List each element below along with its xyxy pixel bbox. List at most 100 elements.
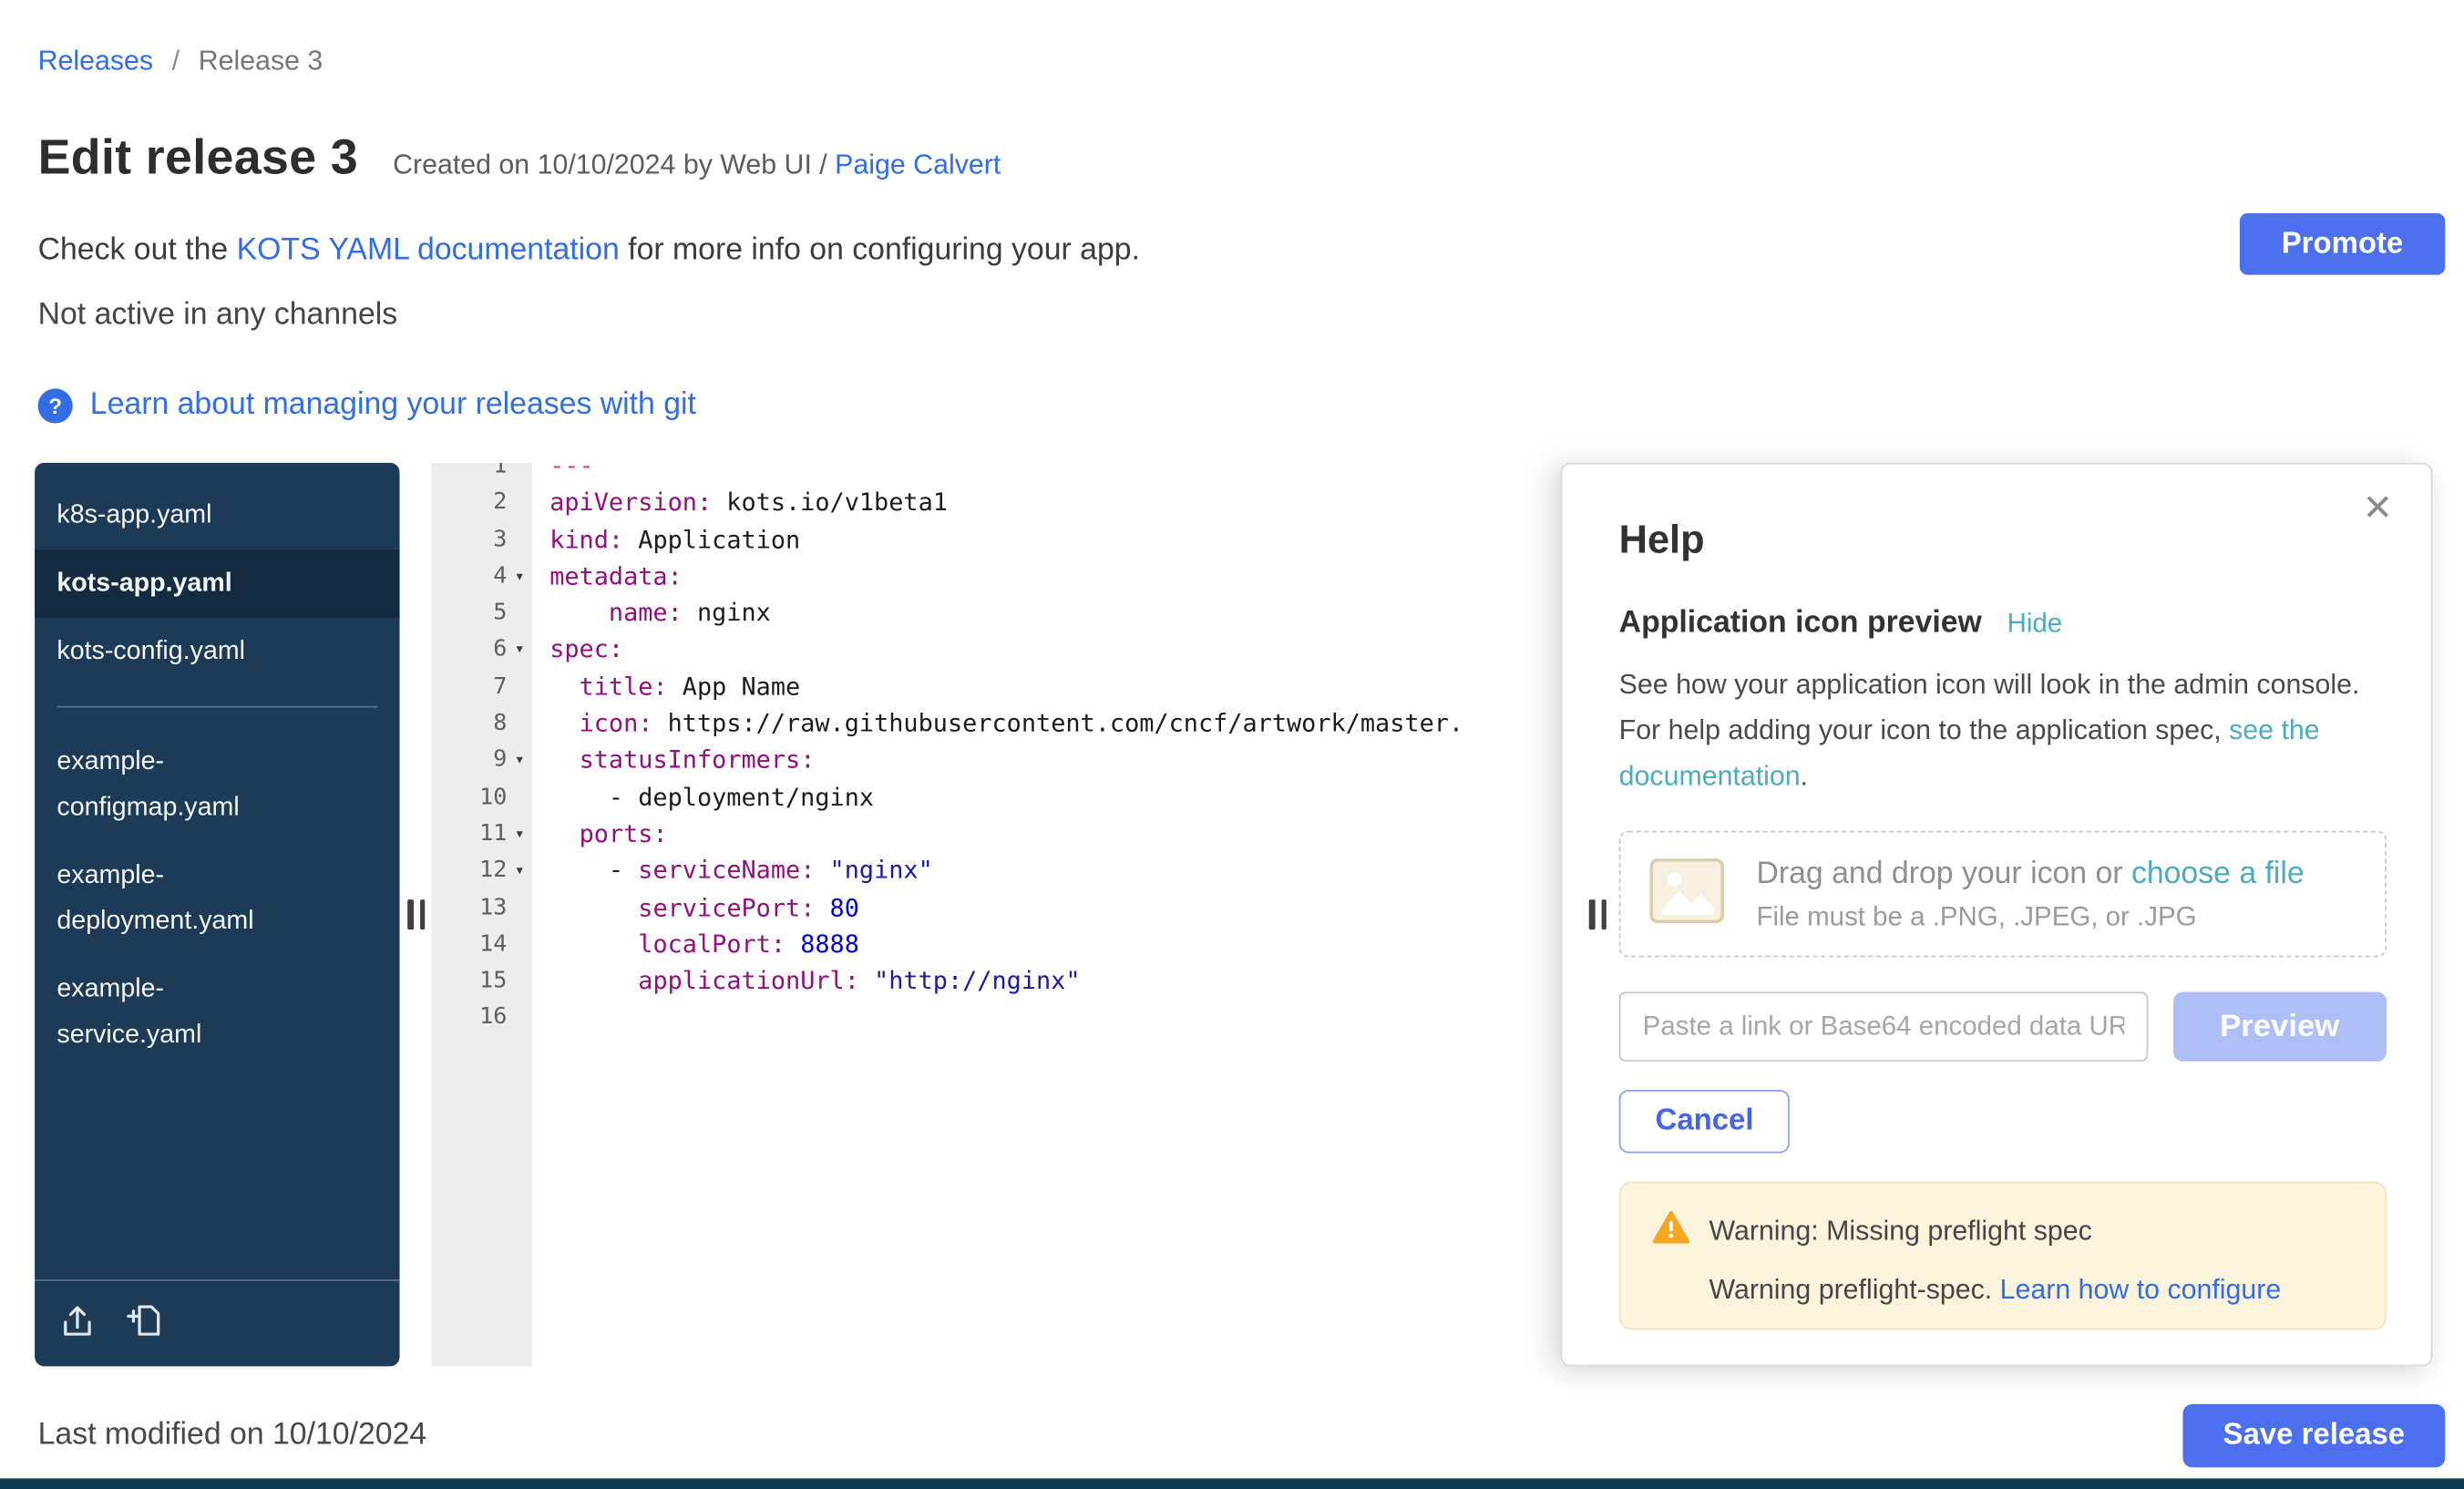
- preview-button[interactable]: Preview: [2172, 992, 2387, 1062]
- edit-release-page: Releases / Release 3 Edit release 3 Crea…: [0, 0, 2464, 1489]
- preflight-warning-box: Warning: Missing preflight spec Warning …: [1619, 1182, 2387, 1330]
- code-line[interactable]: spec:: [549, 632, 1560, 669]
- git-releases-link[interactable]: Learn about managing your releases with …: [90, 387, 696, 424]
- created-text: Created on 10/10/2024 by Web UI /: [393, 149, 835, 180]
- gutter-line: 8: [431, 706, 532, 743]
- fold-caret-icon: ▾: [507, 559, 532, 595]
- doc-line: Check out the KOTS YAML documentation fo…: [38, 232, 1140, 269]
- breadcrumb: Releases / Release 3: [38, 45, 323, 77]
- doc-prefix: Check out the: [38, 232, 237, 267]
- kots-yaml-doc-link[interactable]: KOTS YAML documentation: [237, 232, 620, 267]
- icon-preview-description: See how your application icon will look …: [1619, 662, 2362, 799]
- code-line[interactable]: statusInformers:: [549, 743, 1560, 779]
- code-line[interactable]: - deployment/nginx: [549, 780, 1560, 816]
- doc-suffix: for more info on configuring your app.: [620, 232, 1140, 267]
- gutter-line: 7: [431, 670, 532, 706]
- dropzone-prefix: Drag and drop your icon or: [1756, 856, 2130, 890]
- upload-file-icon[interactable]: [56, 1300, 98, 1341]
- code-line[interactable]: localPort: 8888: [549, 927, 1560, 963]
- file-item-example-service-yaml[interactable]: example-service.yaml: [35, 956, 399, 1070]
- file-item-example-configmap-yaml[interactable]: example-configmap.yaml: [35, 728, 399, 842]
- editor-code-column[interactable]: ---apiVersion: kots.io/v1beta1kind: Appl…: [532, 463, 1560, 1366]
- icon-url-row: Preview: [1619, 992, 2387, 1062]
- created-info: Created on 10/10/2024 by Web UI / Paige …: [393, 149, 1001, 181]
- code-line[interactable]: [549, 1001, 1560, 1037]
- warning-title-row: Warning: Missing preflight spec: [1652, 1210, 2354, 1253]
- file-item-kots-config-yaml[interactable]: kots-config.yaml: [35, 618, 399, 686]
- file-sidebar: k8s-app.yamlkots-app.yamlkots-config.yam…: [35, 463, 399, 1366]
- gutter-line[interactable]: 6▾: [431, 632, 532, 669]
- hide-link[interactable]: Hide: [2007, 608, 2063, 640]
- fold-caret-icon: ▾: [507, 816, 532, 853]
- breadcrumb-releases-link[interactable]: Releases: [38, 45, 153, 77]
- gutter-line[interactable]: 4▾: [431, 559, 532, 595]
- code-line[interactable]: icon: https://raw.githubusercontent.com/…: [549, 706, 1560, 743]
- bottom-bar: [0, 1478, 2464, 1489]
- gutter-line: 13: [431, 890, 532, 927]
- gutter-line: 10: [431, 780, 532, 816]
- icon-url-input[interactable]: [1619, 992, 2148, 1062]
- editor-code: ---apiVersion: kots.io/v1beta1kind: Appl…: [532, 463, 1560, 1037]
- gutter-line: 5: [431, 596, 532, 632]
- fold-caret-icon: ▾: [507, 743, 532, 779]
- sidebar-resize-handle[interactable]: [407, 899, 425, 929]
- channel-status: Not active in any channels: [38, 297, 398, 334]
- dropzone-text: Drag and drop your icon or choose a file: [1756, 856, 2304, 892]
- gutter-line: 16: [431, 1001, 532, 1037]
- save-release-button[interactable]: Save release: [2182, 1404, 2445, 1467]
- git-help-row: ? Learn about managing your releases wit…: [38, 387, 696, 424]
- desc-suffix: .: [1801, 760, 1808, 792]
- editor-gutter-column: 1234▾56▾789▾1011▾12▾13141516: [431, 463, 532, 1366]
- configure-preflight-link[interactable]: Learn how to configure: [2000, 1273, 2282, 1305]
- fold-caret-icon: ▾: [507, 853, 532, 889]
- fold-caret-icon: ▾: [507, 632, 532, 669]
- close-icon[interactable]: ✕: [2363, 489, 2393, 526]
- file-groups: k8s-app.yamlkots-app.yamlkots-config.yam…: [35, 482, 399, 1070]
- code-line[interactable]: - serviceName: "nginx": [549, 853, 1560, 889]
- help-panel-resize-handle[interactable]: [1589, 899, 1607, 929]
- release-editor-workspace: k8s-app.yamlkots-app.yamlkots-config.yam…: [0, 463, 2464, 1366]
- add-file-icon[interactable]: [123, 1300, 164, 1341]
- gutter-line: 3: [431, 522, 532, 559]
- yaml-editor[interactable]: 1234▾56▾789▾1011▾12▾13141516 ---apiVersi…: [431, 463, 1560, 1366]
- last-modified-text: Last modified on 10/10/2024: [38, 1417, 427, 1453]
- code-line[interactable]: apiVersion: kots.io/v1beta1: [549, 486, 1560, 522]
- gutter-line: 15: [431, 964, 532, 1001]
- gutter-line[interactable]: 12▾: [431, 853, 532, 889]
- code-line[interactable]: metadata:: [549, 559, 1560, 595]
- cancel-button[interactable]: Cancel: [1619, 1090, 1791, 1153]
- image-placeholder-icon: [1649, 857, 1725, 930]
- code-line[interactable]: name: nginx: [549, 596, 1560, 632]
- icon-preview-header: Application icon preview Hide: [1619, 605, 2387, 642]
- breadcrumb-current: Release 3: [199, 45, 323, 77]
- gutter-line[interactable]: 9▾: [431, 743, 532, 779]
- breadcrumb-separator: /: [172, 45, 180, 77]
- gutter-line: 2: [431, 486, 532, 522]
- warning-icon: [1652, 1210, 1690, 1253]
- warning-title: Warning: Missing preflight spec: [1709, 1215, 2091, 1248]
- code-line[interactable]: ports:: [549, 816, 1560, 853]
- question-icon: ?: [38, 388, 73, 423]
- help-title: Help: [1619, 519, 2387, 564]
- promote-button[interactable]: Promote: [2240, 213, 2445, 275]
- app-root: Releases / Release 3 Edit release 3 Crea…: [0, 0, 2464, 1489]
- code-line[interactable]: applicationUrl: "http://nginx": [549, 964, 1560, 1001]
- file-item-k8s-app-yaml[interactable]: k8s-app.yaml: [35, 482, 399, 550]
- code-line[interactable]: ---: [549, 463, 1560, 486]
- page-title: Edit release 3: [38, 129, 358, 186]
- warning-body-text: Warning preflight-spec.: [1709, 1273, 1999, 1305]
- code-line[interactable]: title: App Name: [549, 670, 1560, 706]
- code-line[interactable]: kind: Application: [549, 522, 1560, 559]
- help-panel: ✕ Help Application icon preview Hide See…: [1561, 463, 2433, 1366]
- icon-dropzone[interactable]: Drag and drop your icon or choose a file…: [1619, 831, 2387, 958]
- file-item-example-deployment-yaml[interactable]: example-deployment.yaml: [35, 842, 399, 956]
- code-line[interactable]: servicePort: 80: [549, 890, 1560, 927]
- file-item-kots-app-yaml[interactable]: kots-app.yaml: [35, 549, 399, 618]
- dropzone-text-block: Drag and drop your icon or choose a file…: [1756, 856, 2304, 933]
- gutter-line: 14: [431, 927, 532, 963]
- gutter-line[interactable]: 11▾: [431, 816, 532, 853]
- choose-file-link[interactable]: choose a file: [2131, 856, 2305, 890]
- file-group-divider: [56, 706, 377, 708]
- gutter-line: 1: [431, 463, 532, 486]
- created-by-link[interactable]: Paige Calvert: [835, 149, 1001, 180]
